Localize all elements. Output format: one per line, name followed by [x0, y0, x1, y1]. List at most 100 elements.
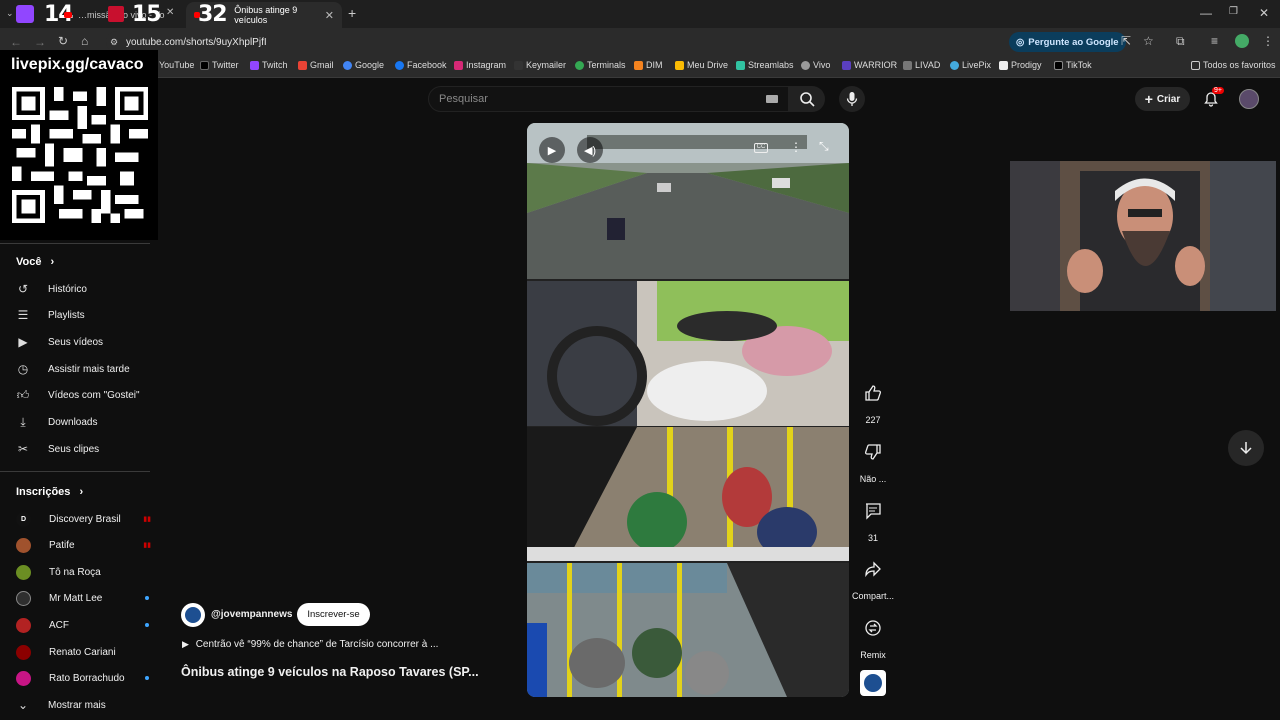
forward-icon[interactable]: →: [34, 35, 46, 49]
channel-avatar[interactable]: [181, 603, 205, 627]
sidebar-item-watch-later[interactable]: ◷ Assistir mais tarde: [16, 360, 130, 378]
play-button[interactable]: ▶: [539, 137, 565, 163]
play-icon: ▶: [182, 639, 189, 649]
dislike-label: Não ...: [859, 474, 887, 484]
subscription-item[interactable]: Patife ▮▮: [16, 536, 151, 554]
bookmark-item[interactable]: YouTube: [159, 60, 194, 70]
channel-name[interactable]: @jovempannews: [211, 609, 292, 620]
channel-logo-icon[interactable]: [860, 670, 886, 696]
search-button[interactable]: [789, 86, 825, 112]
tab-close-icon[interactable]: ✕: [166, 7, 174, 18]
sidebar-item-playlists[interactable]: ☰ Playlists: [16, 306, 85, 324]
bookmark-item[interactable]: Twitch: [250, 60, 288, 70]
tab-search-icon[interactable]: ⌄: [6, 8, 14, 19]
voice-search-button[interactable]: [839, 86, 865, 112]
volume-button[interactable]: ◀): [577, 137, 603, 163]
bookmark-item[interactable]: Google: [343, 60, 384, 70]
scissors-icon: ✂: [17, 442, 29, 456]
shorts-video-player[interactable]: ▶ ◀) CC ⋮ ⤡: [527, 123, 849, 697]
sidebar-item-history[interactable]: ↺ Histórico: [16, 280, 87, 298]
comments-button[interactable]: 31: [853, 493, 893, 543]
channel-avatar: [16, 617, 31, 633]
video-panel-driver: [527, 281, 849, 426]
url-text: youtube.com/shorts/9uyXhplPjfI: [126, 36, 267, 48]
close-window-icon[interactable]: ✕: [1259, 6, 1269, 20]
livad-icon: [903, 60, 912, 70]
bookmark-item[interactable]: Prodigy: [999, 60, 1042, 70]
chevron-down-icon: ⌄: [17, 698, 29, 712]
bookmark-item[interactable]: Twitter: [200, 60, 239, 70]
subscriptions-heading: Inscrições: [16, 486, 71, 498]
warrior-icon: [842, 60, 851, 70]
create-button[interactable]: + Criar: [1135, 87, 1190, 111]
share-button[interactable]: Compart...: [852, 551, 895, 601]
minimize-icon[interactable]: —: [1200, 6, 1212, 20]
bookmark-item[interactable]: Meu Drive: [675, 60, 728, 70]
bookmark-star-icon[interactable]: ☆: [1143, 34, 1154, 48]
subscriptions-section-link[interactable]: Inscrições ›: [16, 486, 83, 498]
live-indicator-icon: ▮▮: [143, 542, 151, 549]
search-input[interactable]: Pesquisar: [428, 86, 789, 112]
maximize-icon[interactable]: ❐: [1229, 6, 1238, 17]
subscription-item[interactable]: Renato Cariani: [16, 643, 141, 661]
bookmark-item[interactable]: DIM: [634, 60, 663, 70]
bookmark-item[interactable]: Vivo: [801, 60, 830, 70]
more-options-icon[interactable]: ⋮: [790, 140, 802, 154]
bookmark-item[interactable]: Facebook: [395, 60, 447, 70]
back-icon[interactable]: ←: [10, 35, 22, 49]
subscription-item[interactable]: ACF: [16, 616, 149, 634]
captions-icon[interactable]: CC: [754, 143, 768, 153]
sidebar-item-your-videos[interactable]: ▶ Seus vídeos: [16, 333, 103, 351]
remix-button[interactable]: Remix: [853, 610, 893, 660]
bookmark-item[interactable]: Streamlabs: [736, 60, 794, 70]
new-tab-button[interactable]: +: [348, 5, 356, 21]
profile-icon[interactable]: [1235, 34, 1249, 48]
search-icon: [800, 92, 815, 107]
menu-icon[interactable]: ⋮: [1262, 34, 1274, 48]
sidebar-item-liked[interactable]: 👍︎ Vídeos com "Gostei": [16, 386, 140, 404]
url-field[interactable]: ⚙ youtube.com/shorts/9uyXhplPjfI: [106, 31, 1106, 53]
download-icon: ⤓: [20, 414, 26, 429]
next-video-button[interactable]: [1228, 430, 1264, 466]
bookmark-item[interactable]: Keymailer: [514, 60, 566, 70]
facebook-icon: [395, 60, 404, 70]
extensions-icon[interactable]: ⧉: [1176, 34, 1185, 49]
related-video-link[interactable]: ▶ Centrão vê “99% de chance” de Tarcísio…: [182, 639, 438, 650]
chevron-right-icon: ›: [79, 486, 84, 498]
dislike-button[interactable]: Não ...: [853, 434, 893, 484]
remix-label: Remix: [860, 650, 886, 660]
subscription-item[interactable]: Tô na Roça: [16, 563, 141, 581]
share-label: Compart...: [852, 591, 895, 601]
home-icon[interactable]: ⌂: [81, 34, 88, 48]
notifications-button[interactable]: 9+: [1203, 87, 1224, 110]
bookmark-item[interactable]: TikTok: [1054, 60, 1092, 70]
sidebar-item-label: Seus vídeos: [48, 336, 104, 348]
media-icon[interactable]: ≡: [1211, 34, 1218, 48]
subscription-item[interactable]: Rato Borrachudo: [16, 669, 149, 687]
bookmark-item[interactable]: LivePix: [950, 60, 991, 70]
bookmark-item[interactable]: Gmail: [298, 60, 334, 70]
ask-google-button[interactable]: ◎ Pergunte ao Google: [1009, 32, 1126, 52]
sidebar-item-downloads[interactable]: ⤓ Downloads: [16, 413, 97, 431]
tab-close-icon[interactable]: ✕: [325, 9, 334, 22]
subscription-item[interactable]: D Discovery Brasil ▮▮: [16, 510, 151, 528]
subscribe-button[interactable]: Inscrever-se: [297, 603, 370, 626]
like-button[interactable]: 227: [853, 375, 893, 425]
you-section-link[interactable]: Você ›: [16, 256, 54, 268]
keyboard-icon[interactable]: [766, 95, 778, 103]
all-bookmarks[interactable]: Todos os favoritos: [1191, 60, 1276, 70]
bookmark-item[interactable]: Terminals: [575, 60, 626, 70]
show-more-button[interactable]: ⌄ Mostrar mais: [16, 696, 106, 714]
account-avatar[interactable]: [1239, 89, 1259, 109]
subscription-item[interactable]: Mr Matt Lee: [16, 589, 149, 607]
sidebar-item-clips[interactable]: ✂ Seus clipes: [16, 440, 99, 458]
fullscreen-icon[interactable]: ⤡: [819, 139, 829, 154]
livepix-icon: [950, 60, 959, 70]
reload-icon[interactable]: ↻: [58, 34, 68, 48]
install-icon[interactable]: ⇱: [1121, 34, 1131, 48]
bookmark-item[interactable]: LIVAD: [903, 60, 940, 70]
bookmark-item[interactable]: WARRIOR: [842, 60, 897, 70]
sidebar-item-label: Vídeos com "Gostei": [48, 389, 140, 401]
bookmark-item[interactable]: Instagram: [454, 60, 506, 70]
site-info-icon[interactable]: ⚙: [110, 37, 118, 48]
